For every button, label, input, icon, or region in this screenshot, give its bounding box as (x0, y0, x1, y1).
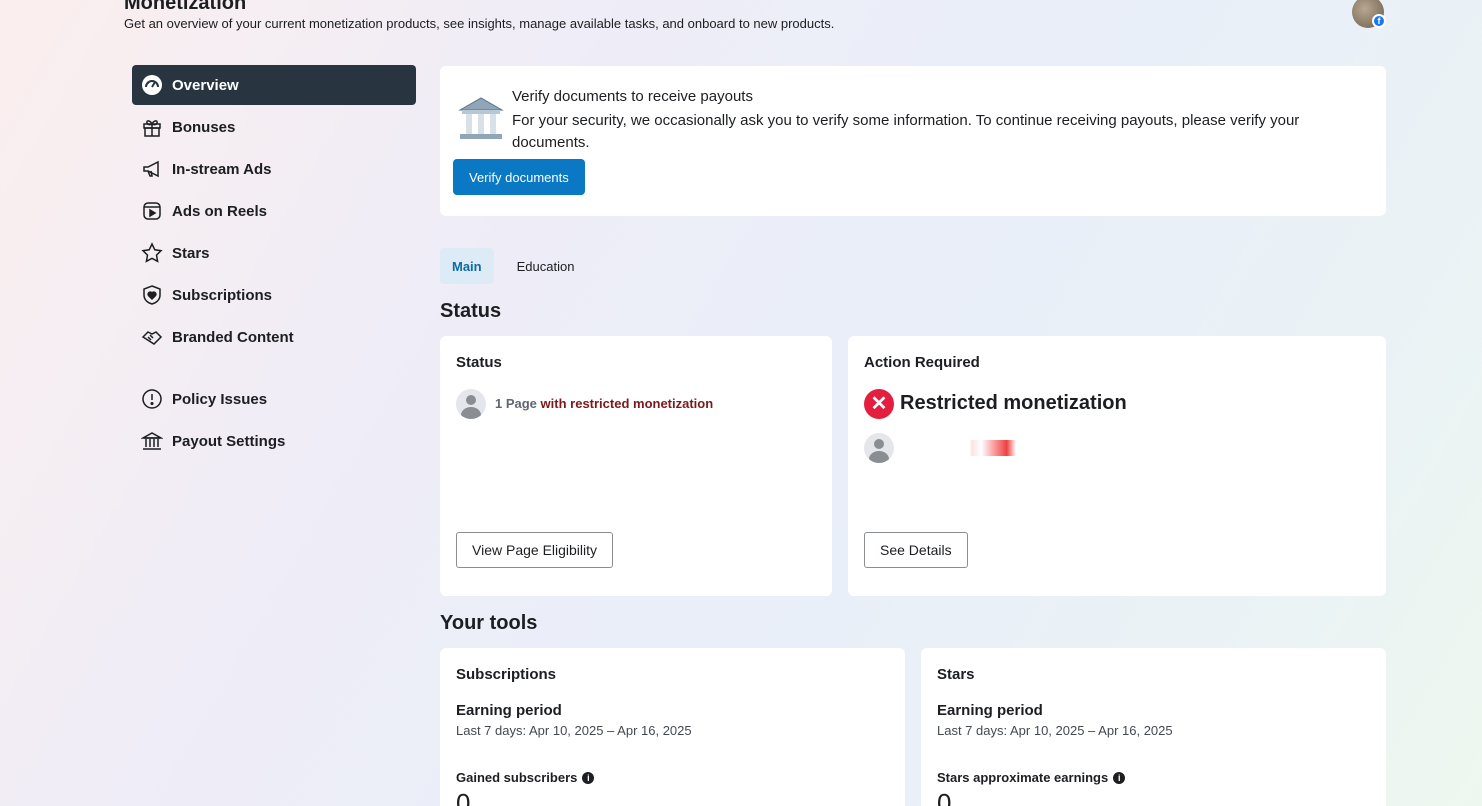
subscriptions-card-title: Subscriptions (456, 666, 557, 683)
see-details-button[interactable]: See Details (864, 532, 968, 568)
sidebar-item-stars[interactable]: Stars (132, 233, 416, 273)
dashboard-icon (140, 73, 164, 97)
sidebar-item-label: Stars (172, 244, 210, 262)
sidebar-item-policy-issues[interactable]: Policy Issues (132, 379, 416, 419)
facebook-badge-icon: f (1372, 14, 1386, 28)
sidebar-item-in-stream-ads[interactable]: In-stream Ads (132, 149, 416, 189)
gained-subscribers-value: 0 (456, 788, 471, 806)
gained-subscribers-label: Gained subscribers i (456, 770, 595, 785)
verify-documents-button[interactable]: Verify documents (453, 159, 585, 195)
alert-circle-icon (140, 387, 164, 411)
megaphone-icon (140, 157, 164, 181)
heart-badge-icon (140, 283, 164, 307)
sidebar-item-label: Ads on Reels (172, 202, 268, 220)
earning-period-label: Earning period (937, 702, 1043, 719)
status-card-title: Status (456, 354, 502, 371)
action-required-card: Action Required ✕ Restricted monetizatio… (848, 336, 1386, 596)
bank-icon (456, 94, 506, 144)
tab-main[interactable]: Main (440, 248, 494, 284)
sidebar-item-label: Subscriptions (172, 286, 273, 304)
tools-section-title: Your tools (440, 612, 538, 634)
status-card: Status 1 Page with restricted monetizati… (440, 336, 832, 596)
info-icon[interactable]: i (582, 771, 595, 784)
subscriptions-tool-card: Subscriptions Earning period Last 7 days… (440, 648, 905, 806)
sidebar-item-bonuses[interactable]: Bonuses (132, 107, 416, 147)
bank-icon (140, 429, 164, 453)
verify-description: For your security, we occasionally ask y… (512, 112, 1300, 151)
sidebar-item-label: Payout Settings (172, 432, 286, 450)
tab-education[interactable]: Education (505, 248, 587, 284)
sidebar: Overview Bonuses In-stream Ads Ads on Re… (132, 65, 416, 463)
verify-title: Verify documents to receive payouts (512, 88, 753, 105)
sidebar-item-ads-on-reels[interactable]: Ads on Reels (132, 191, 416, 231)
sidebar-item-label: Overview (172, 76, 239, 94)
sidebar-item-label: Bonuses (172, 118, 236, 136)
sidebar-item-branded-content[interactable]: Branded Content (132, 317, 416, 357)
page-subtitle: Get an overview of your current monetiza… (124, 16, 835, 31)
earning-period-range: Last 7 days: Apr 10, 2025 – Apr 16, 2025 (937, 723, 1173, 738)
reels-icon (140, 199, 164, 223)
earning-period-label: Earning period (456, 702, 562, 719)
handshake-icon (140, 325, 164, 349)
user-avatar-icon (456, 389, 486, 419)
info-icon[interactable]: i (1113, 771, 1126, 784)
sidebar-item-label: Policy Issues (172, 390, 268, 408)
earning-period-range: Last 7 days: Apr 10, 2025 – Apr 16, 2025 (456, 723, 692, 738)
sidebar-item-overview[interactable]: Overview (132, 65, 416, 105)
redacted-page-name (900, 440, 1016, 456)
sidebar-item-payout-settings[interactable]: Payout Settings (132, 421, 416, 461)
stars-earnings-label: Stars approximate earnings i (937, 770, 1126, 785)
stars-tool-card: Stars Earning period Last 7 days: Apr 10… (921, 648, 1386, 806)
profile-avatar[interactable]: f (1352, 0, 1386, 28)
sidebar-item-label: Branded Content (172, 328, 294, 346)
view-page-eligibility-button[interactable]: View Page Eligibility (456, 532, 614, 568)
restricted-pages-summary: 1 Page with restricted monetization (495, 396, 714, 411)
star-icon (140, 241, 164, 265)
gift-icon (140, 115, 164, 139)
user-avatar-icon (864, 433, 894, 463)
action-required-title: Action Required (864, 354, 980, 371)
sidebar-item-subscriptions[interactable]: Subscriptions (132, 275, 416, 315)
verify-documents-card: Verify documents to receive payouts For … (440, 66, 1386, 216)
status-section-title: Status (440, 300, 502, 322)
sidebar-item-label: In-stream Ads (172, 160, 272, 178)
tab-bar: Main Education (440, 248, 597, 284)
stars-card-title: Stars (937, 666, 975, 683)
restricted-monetization-headline: Restricted monetization (900, 392, 1127, 414)
stars-earnings-value: 0 (937, 788, 952, 806)
page-title: Monetization (124, 0, 247, 14)
error-x-icon: ✕ (864, 389, 894, 419)
